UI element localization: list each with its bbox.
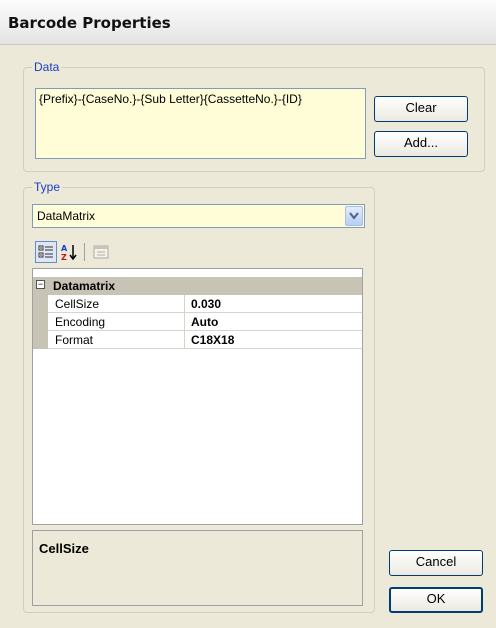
- ok-button[interactable]: OK: [389, 587, 483, 613]
- property-row[interactable]: CellSize 0.030: [33, 295, 362, 313]
- row-gutter: [33, 331, 48, 349]
- type-group-label: Type: [32, 180, 63, 194]
- title-bar: Barcode Properties: [0, 0, 496, 45]
- property-value[interactable]: 0.030: [191, 297, 221, 311]
- row-gutter: [33, 295, 48, 313]
- window-title: Barcode Properties: [8, 14, 171, 32]
- description-pane: CellSize: [32, 530, 363, 606]
- data-field[interactable]: {Prefix}-{CaseNo.}-{Sub Letter}{Cassette…: [35, 88, 366, 159]
- type-select[interactable]: DataMatrix: [32, 204, 365, 228]
- add-button-label: Add...: [404, 135, 438, 150]
- chevron-down-icon[interactable]: [345, 206, 363, 226]
- cancel-button[interactable]: Cancel: [389, 550, 483, 576]
- property-value[interactable]: C18X18: [191, 333, 234, 347]
- description-title: CellSize: [39, 541, 89, 556]
- property-value[interactable]: Auto: [191, 315, 218, 329]
- svg-text:A: A: [61, 244, 68, 253]
- column-divider[interactable]: [184, 295, 185, 313]
- collapse-icon[interactable]: −: [36, 280, 45, 289]
- property-row[interactable]: Format C18X18: [33, 331, 362, 349]
- data-field-text: {Prefix}-{CaseNo.}-{Sub Letter}{Cassette…: [39, 92, 302, 106]
- cancel-button-label: Cancel: [415, 554, 457, 569]
- property-row[interactable]: Encoding Auto: [33, 313, 362, 331]
- category-label: Datamatrix: [53, 279, 116, 293]
- column-divider[interactable]: [184, 331, 185, 349]
- ok-button-label: OK: [426, 591, 446, 606]
- add-button[interactable]: Add...: [374, 131, 468, 157]
- data-group-label: Data: [32, 60, 62, 74]
- column-divider[interactable]: [184, 313, 185, 331]
- property-pages-icon[interactable]: [90, 241, 112, 263]
- clear-button[interactable]: Clear: [374, 96, 468, 122]
- type-select-value: DataMatrix: [37, 209, 96, 223]
- svg-text:Z: Z: [61, 253, 67, 261]
- clear-button-label: Clear: [405, 100, 437, 115]
- property-name: Encoding: [55, 315, 106, 329]
- toolbar-separator: [84, 243, 85, 261]
- property-grid: − Datamatrix CellSize 0.030 Encoding Aut…: [32, 268, 363, 525]
- categorized-icon[interactable]: [35, 241, 57, 263]
- row-gutter: [33, 313, 48, 331]
- category-row[interactable]: − Datamatrix: [33, 277, 362, 295]
- property-grid-toolbar: A Z: [32, 237, 363, 267]
- property-name: CellSize: [55, 297, 100, 311]
- property-name: Format: [55, 333, 94, 347]
- alphabetical-icon[interactable]: A Z: [58, 241, 80, 263]
